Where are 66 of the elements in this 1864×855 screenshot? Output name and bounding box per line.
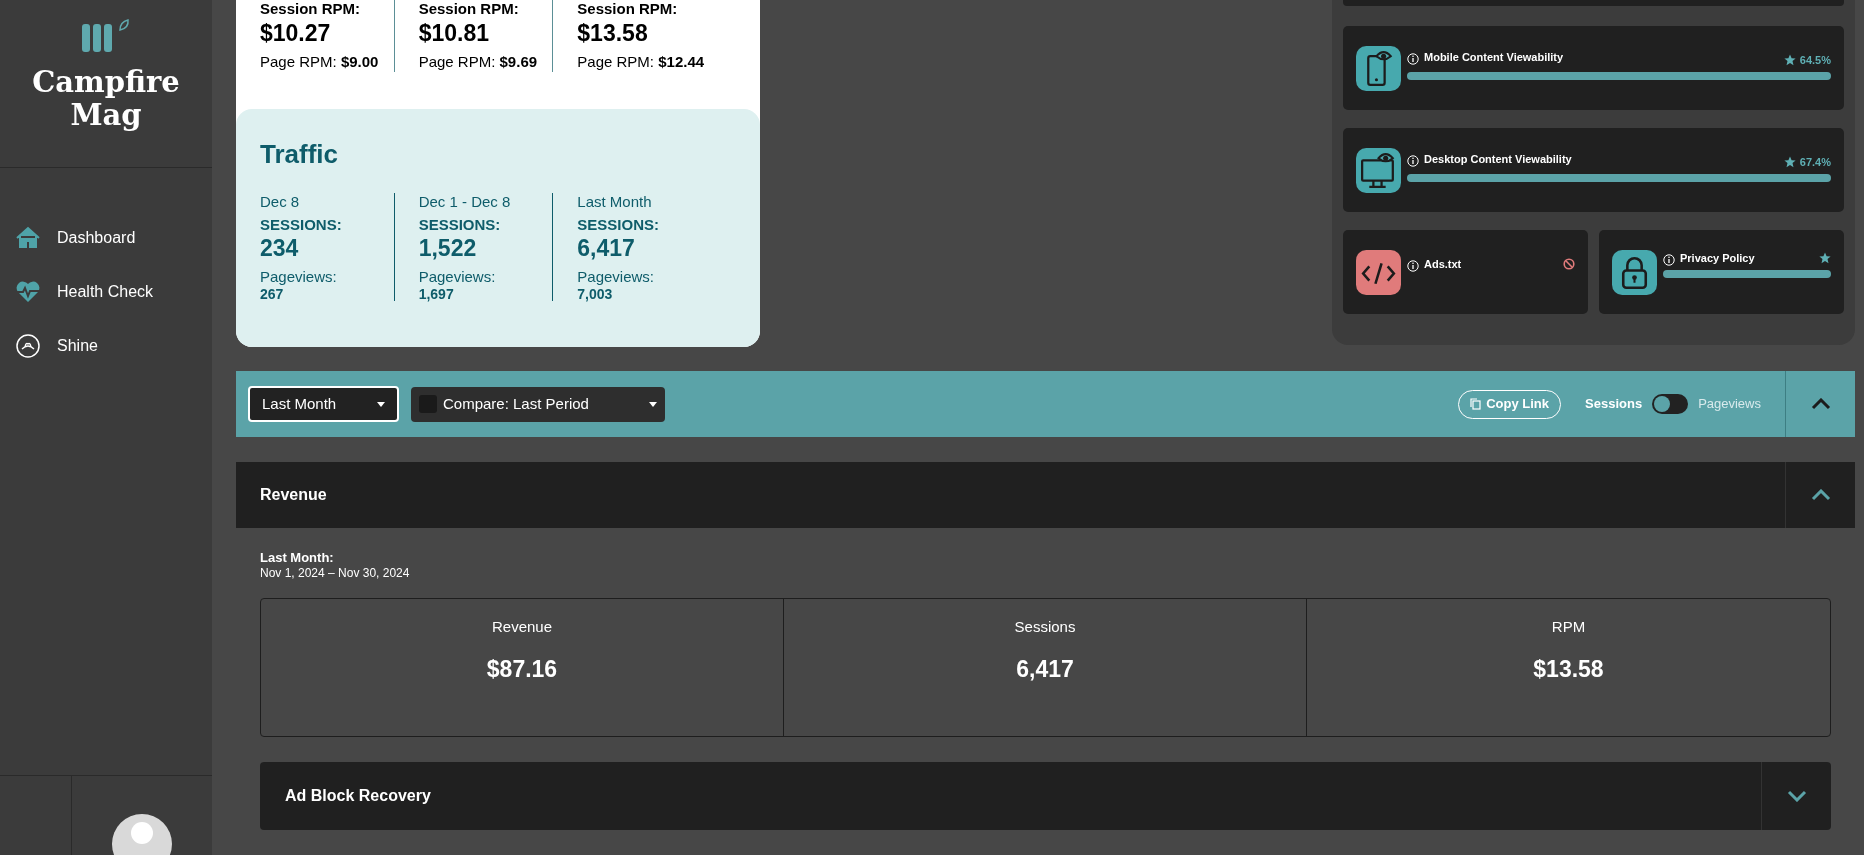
pageviews-label: Pageviews: [260, 268, 337, 286]
brand-name: Campfire Mag [31, 66, 181, 132]
page-rpm: Page RPM: $9.00 [260, 52, 379, 72]
check-title: Mobile Content Viewability [1424, 50, 1564, 64]
score: 67.4% [1799, 154, 1831, 170]
page-rpm: Page RPM: $12.44 [577, 52, 705, 72]
subsection-title: Ad Block Recovery [285, 786, 431, 806]
toggle-switch[interactable] [1652, 394, 1689, 414]
info-icon [1663, 253, 1675, 266]
rpm-label: Session RPM: [577, 0, 678, 18]
star-icon [1819, 252, 1831, 264]
logo-icon [80, 18, 132, 54]
rpm-value: $10.81 [418, 19, 489, 48]
metric-value: $13.58 [1533, 655, 1604, 683]
copy-icon [1470, 398, 1482, 410]
check-title: Desktop Content Viewability [1424, 152, 1572, 166]
chevron-up-icon [1810, 398, 1831, 410]
sessions-label: SESSIONS: [577, 215, 659, 235]
prohibited-icon [1563, 258, 1575, 270]
rpm-label: Session RPM: [260, 0, 361, 18]
section-title: Revenue [260, 485, 327, 505]
nav-item[interactable]: Shine [0, 326, 212, 366]
nav-item[interactable]: Dashboard [0, 218, 212, 258]
pageviews-value: 1,697 [418, 286, 454, 303]
metric-value: $87.16 [486, 655, 558, 683]
lotus-icon [15, 333, 41, 359]
metric-label: Revenue [491, 617, 552, 637]
metric-label: RPM [1551, 617, 1586, 637]
traffic-title: Traffic [260, 139, 340, 169]
pageviews-label: Pageviews: [577, 268, 655, 286]
info-icon [1407, 154, 1419, 167]
sessions-label: SESSIONS: [418, 215, 501, 235]
pageviews-value: 267 [260, 286, 284, 303]
house-icon [15, 225, 41, 251]
metric-label: Sessions [1014, 617, 1076, 637]
rpm-label: Session RPM: [418, 0, 519, 18]
rpm-value: $10.27 [260, 19, 331, 48]
metric-value: 6,417 [1016, 655, 1074, 683]
nav-item[interactable]: Health Check [0, 272, 212, 312]
info-icon [1407, 259, 1419, 272]
rpm-value: $13.58 [577, 19, 648, 48]
chevron-down-icon [1786, 790, 1807, 802]
chevron-up-icon [1810, 489, 1831, 501]
heart-pulse-icon [15, 279, 41, 305]
check-title: Privacy Policy [1680, 251, 1755, 265]
sessions-value: 1,522 [418, 235, 477, 262]
page-rpm: Page RPM: $9.69 [418, 52, 538, 72]
pageviews-value: 7,003 [577, 286, 613, 303]
sessions-value: 6,417 [577, 235, 635, 262]
sessions-label: SESSIONS: [260, 215, 342, 235]
star-icon [1783, 156, 1796, 168]
compare-dropdown[interactable]: Compare: Last Period [411, 386, 665, 422]
period-label: Last Month: [260, 550, 334, 566]
date-range-dropdown[interactable]: Last Month [248, 386, 399, 422]
period-label: Dec 1 - Dec 8 [418, 193, 511, 211]
pageviews-label: Pageviews: [418, 268, 496, 286]
sessions-value: 234 [260, 235, 299, 262]
caret-icon [377, 401, 385, 407]
info-icon [1407, 52, 1419, 65]
score: 64.5% [1799, 52, 1831, 68]
date-range: Nov 1, 2024 – Nov 30, 2024 [260, 566, 410, 581]
period-label: Dec 8 [260, 193, 300, 211]
star-icon [1783, 54, 1796, 66]
caret-icon [649, 401, 657, 407]
check-title: Ads.txt [1424, 257, 1462, 271]
period-label: Last Month [577, 193, 652, 211]
